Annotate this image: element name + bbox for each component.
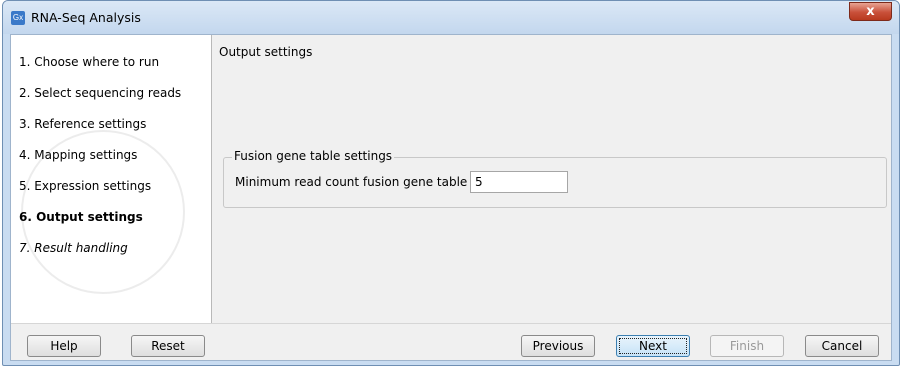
focus-ring: [619, 338, 687, 354]
button-bar: Help Reset Previous Next Finish Cancel: [11, 323, 891, 360]
app-logo-icon: Gx: [11, 11, 25, 25]
previous-button[interactable]: Previous: [521, 335, 595, 357]
fusion-gene-groupbox: Fusion gene table settings Minimum read …: [223, 149, 887, 208]
settings-panel: Output settings Fusion gene table settin…: [212, 35, 891, 323]
step-mapping-settings: 4. Mapping settings: [19, 148, 138, 162]
close-button[interactable]: x: [849, 2, 892, 21]
help-button[interactable]: Help: [27, 335, 101, 357]
step-choose-where-to-run: 1. Choose where to run: [19, 55, 160, 69]
cancel-button[interactable]: Cancel: [805, 335, 879, 357]
groupbox-legend: Fusion gene table settings: [232, 149, 395, 163]
step-output-settings: 6. Output settings: [19, 210, 143, 224]
title-bar[interactable]: Gx RNA-Seq Analysis x: [3, 1, 899, 34]
dialog-window: Gx RNA-Seq Analysis x 1. Choose where to…: [2, 0, 900, 366]
next-button[interactable]: Next: [616, 335, 690, 357]
min-read-count-label: Minimum read count fusion gene table: [235, 175, 468, 189]
step-reference-settings: 3. Reference settings: [19, 117, 147, 131]
panel-title: Output settings: [219, 45, 313, 59]
reset-button[interactable]: Reset: [131, 335, 205, 357]
wizard-steps-panel: 1. Choose where to run 2. Select sequenc…: [11, 35, 212, 323]
step-select-sequencing-reads: 2. Select sequencing reads: [19, 86, 182, 100]
window-title: RNA-Seq Analysis: [31, 10, 141, 25]
step-result-handling: 7. Result handling: [19, 241, 128, 255]
min-read-count-input[interactable]: [470, 171, 568, 193]
dialog-body: 1. Choose where to run 2. Select sequenc…: [10, 34, 892, 361]
step-expression-settings: 5. Expression settings: [19, 179, 152, 193]
finish-button[interactable]: Finish: [710, 335, 784, 357]
